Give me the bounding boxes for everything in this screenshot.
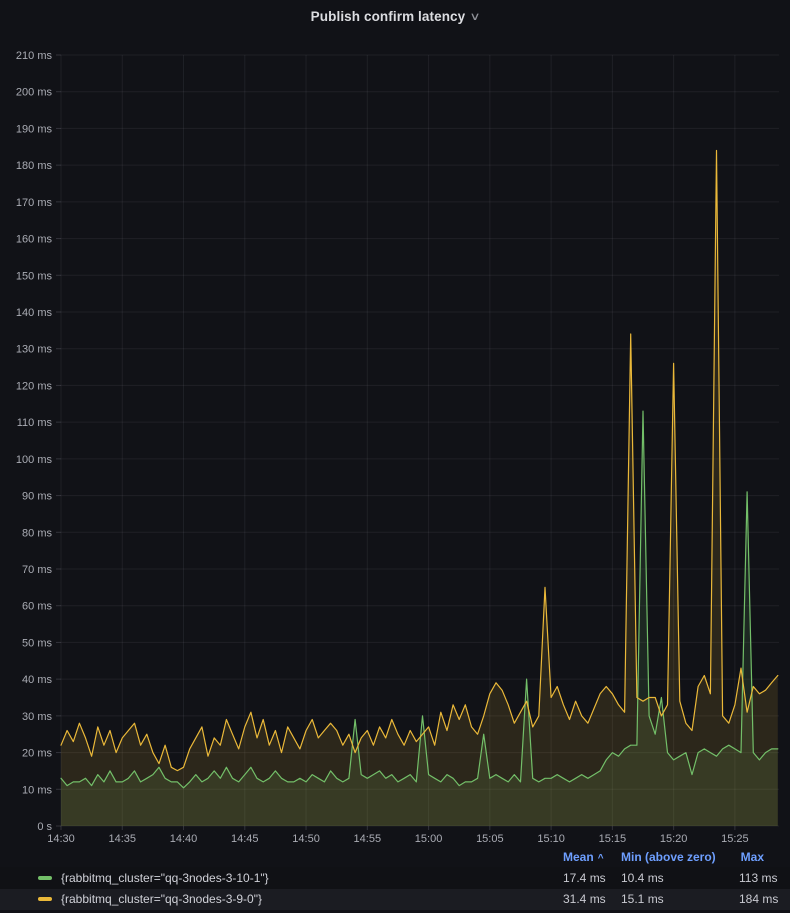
legend-header: Mean ^ Min (above zero) Max — [0, 846, 790, 867]
y-axis-label: 50 ms — [22, 637, 52, 649]
y-axis-label: 30 ms — [22, 711, 52, 723]
max-value: 113 ms — [739, 871, 790, 885]
y-axis-label: 170 ms — [16, 197, 53, 209]
y-axis-label: 40 ms — [22, 674, 52, 686]
x-axis-label: 15:25 — [721, 833, 749, 845]
mean-value: 17.4 ms — [563, 871, 621, 885]
y-axis-label: 140 ms — [16, 307, 53, 319]
series-label[interactable]: {rabbitmq_cluster="qq-3nodes-3-10-1"} — [61, 871, 269, 885]
y-axis-label: 120 ms — [16, 380, 53, 392]
y-axis-label: 0 s — [37, 821, 52, 833]
x-axis-label: 14:40 — [170, 833, 198, 845]
legend-column-mean[interactable]: Mean ^ — [563, 850, 621, 864]
x-axis-label: 14:35 — [108, 833, 136, 845]
y-axis-label: 110 ms — [17, 417, 53, 429]
legend-row-qq-3nodes-3-10-1[interactable]: {rabbitmq_cluster="qq-3nodes-3-10-1"} 17… — [0, 867, 790, 889]
y-axis-label: 150 ms — [16, 270, 53, 282]
legend-column-max[interactable]: Max — [739, 850, 790, 864]
series-color-swatch-green[interactable] — [38, 876, 52, 880]
x-axis-label: 14:50 — [292, 833, 320, 845]
y-axis-label: 80 ms — [22, 527, 52, 539]
x-axis-label: 14:55 — [354, 833, 382, 845]
legend-row-qq-3nodes-3-9-0[interactable]: {rabbitmq_cluster="qq-3nodes-3-9-0"} 31.… — [0, 889, 790, 911]
x-axis-label: 15:10 — [537, 833, 565, 845]
y-axis-label: 70 ms — [22, 564, 52, 576]
chevron-down-icon[interactable]: ∨ — [470, 12, 481, 23]
y-axis-label: 200 ms — [16, 87, 53, 99]
legend: Mean ^ Min (above zero) Max {rabbitmq_clu… — [0, 846, 790, 910]
min-value: 15.1 ms — [621, 892, 739, 906]
x-axis-label: 15:05 — [476, 833, 504, 845]
y-axis-label: 20 ms — [22, 748, 52, 760]
y-axis-label: 180 ms — [16, 160, 53, 172]
legend-column-mean-label: Mean — [563, 850, 594, 864]
series-color-swatch-yellow[interactable] — [38, 897, 52, 901]
legend-column-min[interactable]: Min (above zero) — [621, 850, 739, 864]
latency-chart[interactable]: 0 s 10 ms 20 ms 30 ms 40 ms 50 ms 60 ms 70 ms 80… — [0, 32, 790, 846]
x-axis-label: 15:15 — [599, 833, 627, 845]
sort-ascending-icon: ^ — [598, 853, 604, 864]
y-axis-label: 100 ms — [16, 454, 53, 466]
panel-header[interactable]: Publish confirm latency ∨ — [0, 0, 790, 32]
y-axis-label: 160 ms — [16, 234, 53, 246]
min-value: 10.4 ms — [621, 871, 739, 885]
y-axis-label: 60 ms — [22, 601, 52, 613]
y-axis-label: 90 ms — [22, 491, 52, 503]
y-axis-label: 190 ms — [16, 123, 53, 135]
panel-title: Publish confirm latency — [311, 9, 466, 24]
mean-value: 31.4 ms — [563, 892, 621, 906]
y-axis-label: 130 ms — [16, 344, 53, 356]
x-axis-label: 14:45 — [231, 833, 259, 845]
max-value: 184 ms — [739, 892, 790, 906]
y-axis-label: 210 ms — [16, 50, 53, 62]
series-label[interactable]: {rabbitmq_cluster="qq-3nodes-3-9-0"} — [61, 892, 262, 906]
series-fill-1 — [61, 151, 778, 827]
x-axis-label: 15:20 — [660, 833, 688, 845]
x-axis-label: 15:00 — [415, 833, 443, 845]
y-axis-label: 10 ms — [22, 784, 52, 796]
grafana-panel: Publish confirm latency ∨ 0 s 10 ms 20 ms 3… — [0, 0, 790, 913]
x-axis-label: 14:30 — [47, 833, 75, 845]
